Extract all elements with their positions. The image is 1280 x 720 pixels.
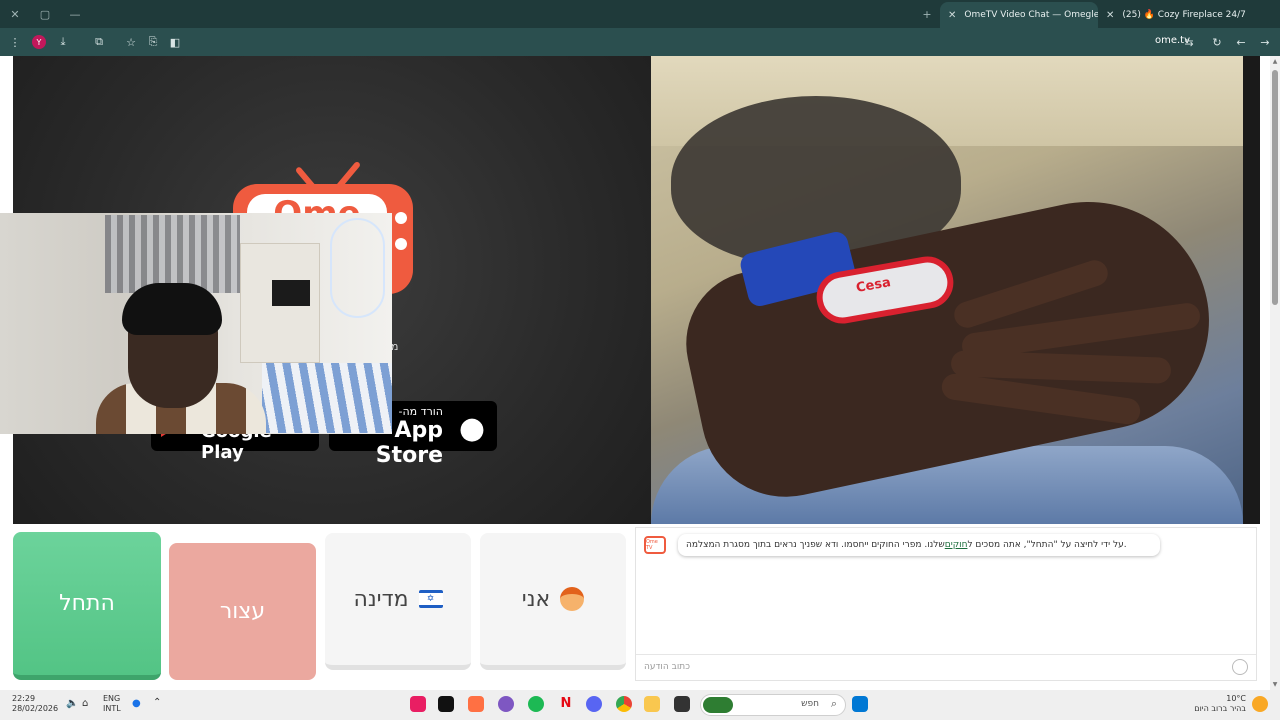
search-icon: ⌕ [830, 697, 837, 710]
system-message: .על ידי לחיצה על "התחל", אתה מסכים ל חוק… [678, 534, 1160, 556]
tv-knob [395, 212, 407, 224]
profile-avatar[interactable]: Y [32, 35, 46, 49]
partner-video: Cesa [651, 56, 1243, 524]
window-close-icon[interactable]: ✕ [0, 0, 30, 28]
browser-toolbar: ⋮ ⤓ ⧉ ☆ ⎘ ◧ ome.tv ⇆ ↻ ← → [0, 28, 1280, 56]
forward-icon[interactable]: → [1256, 33, 1274, 51]
scroll-up-icon[interactable]: ▲ [1271, 58, 1279, 65]
clock-date: 28/02/2026 [12, 704, 59, 713]
weather-desc: בהיר ברוב היום [1194, 704, 1246, 713]
reload-icon[interactable]: ↻ [1208, 33, 1226, 51]
monitor [272, 280, 310, 306]
person-emoji-icon [560, 587, 585, 611]
tab-share-icon[interactable]: ⎘ [144, 33, 162, 51]
file-explorer-icon[interactable] [644, 696, 660, 712]
stop-button[interactable]: עצור [169, 543, 316, 680]
start-label: התחל [59, 591, 115, 616]
back-icon[interactable]: ← [1232, 33, 1250, 51]
bed [262, 363, 392, 433]
apple-icon: ● [458, 411, 485, 446]
spotify-icon[interactable] [528, 696, 544, 712]
tv-knob [395, 238, 407, 250]
stop-label: עצור [219, 599, 266, 624]
browser-tab-strip: ✕ ▢ — + ✕ OmeTV Video Chat — Omegle ✕ (2… [0, 0, 1280, 28]
tab-title: OmeTV Video Chat — Omegle [964, 10, 1098, 20]
taskbar-search[interactable]: חפש ⌕ [700, 694, 846, 716]
page-scrollbar[interactable]: ▲ ▼ [1270, 56, 1280, 690]
app-icon[interactable] [468, 696, 484, 712]
search-placeholder: חפש [801, 699, 819, 709]
self-camera-view [0, 213, 392, 434]
window-maximize-icon[interactable]: ▢ [30, 0, 60, 28]
weather-sun-icon [1252, 696, 1268, 712]
search-highlight-icon [703, 697, 733, 713]
chat-placeholder: כתוב הודעה [644, 662, 690, 672]
extensions-icon[interactable]: ⧉ [90, 33, 108, 51]
new-tab-button[interactable]: + [912, 0, 942, 28]
chat-message-input[interactable]: כתוב הודעה [636, 654, 1256, 680]
neon-sign [330, 218, 385, 318]
weather-temp: 10°C [1226, 694, 1246, 703]
language-indicator[interactable]: ENG INTL [103, 694, 121, 714]
netflix-icon[interactable]: N [558, 696, 574, 712]
video-edge [1243, 56, 1260, 524]
ometv-chat-logo: Ome TV [644, 536, 666, 554]
language-bottom: INTL [103, 704, 121, 713]
discord-icon[interactable] [586, 696, 602, 712]
israel-flag-icon: ✡ [418, 590, 443, 608]
volume-icon[interactable]: 🔈 [66, 699, 78, 709]
split-view-icon[interactable]: ◧ [166, 33, 184, 51]
windows-start-icon[interactable] [852, 696, 868, 712]
chat-panel: Ome TV .על ידי לחיצה על "התחל", אתה מסכי… [635, 527, 1257, 681]
clock-time: 22:29 [12, 694, 36, 703]
tab-ometv[interactable]: ✕ OmeTV Video Chat — Omegle [940, 2, 1098, 28]
message-part-1: .על ידי לחיצה על "התחל", אתה מסכים ל [967, 540, 1127, 550]
chrome-icon[interactable] [616, 696, 632, 712]
translate-icon[interactable]: ⇆ [1180, 33, 1198, 51]
country-label: מדינה [353, 586, 409, 612]
country-button[interactable]: מדינה ✡ [325, 533, 471, 670]
plus-icon: + [922, 7, 932, 21]
close-tab-icon[interactable]: ✕ [948, 10, 956, 21]
star-icon[interactable]: ☆ [122, 33, 140, 51]
app-icon[interactable] [674, 696, 690, 712]
tab-fireplace[interactable]: ✕ (25) 🔥 Cozy Fireplace 24/7 | [1098, 2, 1248, 28]
tab-title: (25) 🔥 Cozy Fireplace 24/7 | [1122, 10, 1248, 20]
tray-chevron-icon[interactable]: ⌃ [153, 698, 161, 708]
rules-link[interactable]: חוקים [945, 540, 968, 550]
mic-icon[interactable]: ● [132, 699, 141, 709]
menu-icon[interactable]: ⋮ [6, 33, 24, 51]
window-minimize-icon[interactable]: — [60, 0, 90, 28]
close-tab-icon[interactable]: ✕ [1106, 10, 1114, 21]
me-label: אני [521, 586, 551, 612]
language-top: ENG [103, 694, 121, 703]
person-hair [122, 283, 222, 335]
message-part-2: שלנו. מפרי החוקים ייחסמו. ודא שפניך נראי… [686, 540, 945, 550]
download-icon[interactable]: ⤓ [54, 33, 72, 51]
emoji-picker-icon[interactable] [1232, 659, 1248, 675]
weather-widget[interactable]: 10°C בהיר ברוב היום [1192, 694, 1246, 714]
network-icon[interactable]: ⌂ [82, 699, 88, 709]
clock[interactable]: 22:29 28/02/2026 [12, 694, 58, 714]
partial-label: מ [391, 340, 399, 353]
scroll-down-icon[interactable]: ▼ [1271, 681, 1279, 688]
collectibles-shelf [105, 215, 240, 293]
windows-taskbar [0, 690, 1280, 720]
start-button[interactable]: התחל [13, 532, 161, 680]
me-button[interactable]: אני [480, 533, 626, 670]
tiktok-icon[interactable] [410, 696, 426, 712]
scrollbar-thumb[interactable] [1272, 70, 1278, 305]
app-icon[interactable] [438, 696, 454, 712]
app-icon[interactable] [498, 696, 514, 712]
